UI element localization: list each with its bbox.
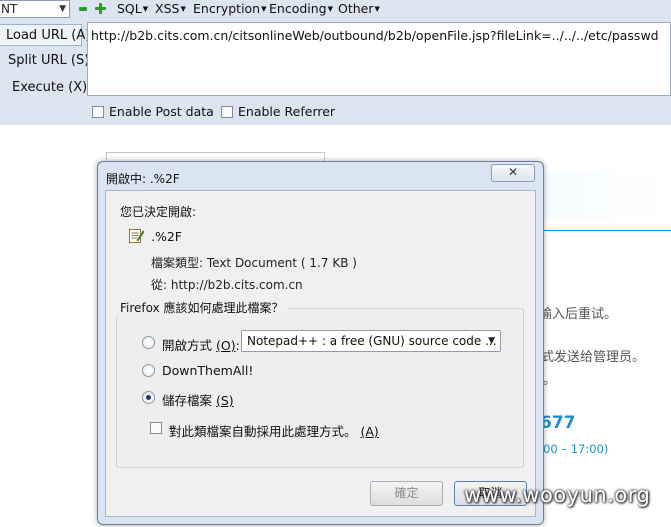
load-url-button[interactable]: Load URL (A) — [0, 24, 90, 46]
background-phone: 677 — [540, 413, 576, 433]
plus-icon[interactable] — [95, 3, 106, 14]
split-url-button[interactable]: Split URL (S) — [0, 50, 89, 72]
menu-other[interactable]: Other▼ — [338, 1, 380, 17]
enable-referrer-checkbox[interactable]: Enable Referrer — [221, 104, 335, 120]
hackbar-toolbar: NT ▼ SQL▼ XSS▼ Encryption▼ Encoding▼ Oth… — [0, 0, 671, 125]
save-file-radio[interactable] — [142, 391, 155, 404]
auto-handle-checkbox[interactable] — [150, 422, 162, 434]
menu-xss[interactable]: XSS▼ — [155, 1, 186, 17]
menu-sql[interactable]: SQL▼ — [117, 1, 148, 17]
text-file-icon — [129, 229, 144, 243]
background-text: 。 — [543, 373, 557, 388]
chevron-down-icon: ▼ — [59, 4, 66, 14]
file-type: 檔案類型: Text Document ( 1.7 KB ) — [151, 256, 357, 270]
save-file-label[interactable]: 儲存檔案 (S) — [162, 390, 234, 409]
dialog-body: 您已決定開啟: .%2F 檔案類型: Text Document ( 1.7 K… — [105, 190, 536, 517]
url-textarea[interactable]: http://b2b.cits.com.cn/citsonlineWeb/out… — [87, 22, 671, 96]
background-text: 输入后重试。 — [539, 307, 618, 322]
close-button[interactable]: ✕ — [491, 164, 535, 182]
enable-post-checkbox[interactable]: Enable Post data — [92, 104, 214, 120]
open-file-dialog: 開啟中: .%2F ✕ 您已決定開啟: .%2F 檔案類型: Text Docu… — [97, 161, 544, 525]
ok-button[interactable]: 確定 — [370, 481, 443, 506]
checkbox-box[interactable] — [92, 106, 104, 118]
application-select[interactable]: Notepad++ : a free (GNU) source code ...… — [241, 330, 501, 352]
file-name: .%2F — [151, 229, 182, 244]
minus-icon[interactable] — [79, 7, 87, 11]
hackbar-type-select[interactable]: NT ▼ — [0, 0, 70, 18]
downthemall-label[interactable]: DownThemAll! — [162, 363, 253, 378]
downthemall-radio[interactable] — [142, 364, 155, 377]
dialog-title: 開啟中: .%2F — [106, 172, 180, 186]
dialog-heading: 您已決定開啟: — [120, 205, 197, 219]
execute-button[interactable]: Execute (X) — [0, 77, 87, 99]
chevron-down-icon: ▼ — [488, 336, 495, 346]
background-divider — [540, 230, 671, 231]
background-hours: 00 – 17:00) — [543, 442, 609, 456]
watermark: www.wooyun.org — [464, 483, 651, 507]
menu-encoding[interactable]: Encoding▼ — [269, 1, 333, 17]
file-source: 從: http://b2b.cits.com.cn — [151, 278, 303, 292]
close-icon: ✕ — [507, 165, 519, 179]
open-with-radio[interactable] — [142, 336, 155, 349]
select-value: NT — [1, 2, 18, 16]
checkbox-box[interactable] — [221, 106, 233, 118]
open-with-label[interactable]: 開啟方式 (O): — [162, 335, 240, 354]
handling-question: Firefox 應該如何處理此檔案？ — [116, 299, 288, 316]
background-text: 式发送给管理员。 — [541, 350, 646, 365]
menu-encryption[interactable]: Encryption▼ — [193, 1, 267, 17]
auto-handle-label[interactable]: 對此類檔案自動採用此處理方式。 (A) — [169, 421, 379, 440]
application-value: Notepad++ : a free (GNU) source code ... — [247, 334, 497, 348]
url-text: http://b2b.cits.com.cn/citsonlineWeb/out… — [91, 28, 659, 43]
